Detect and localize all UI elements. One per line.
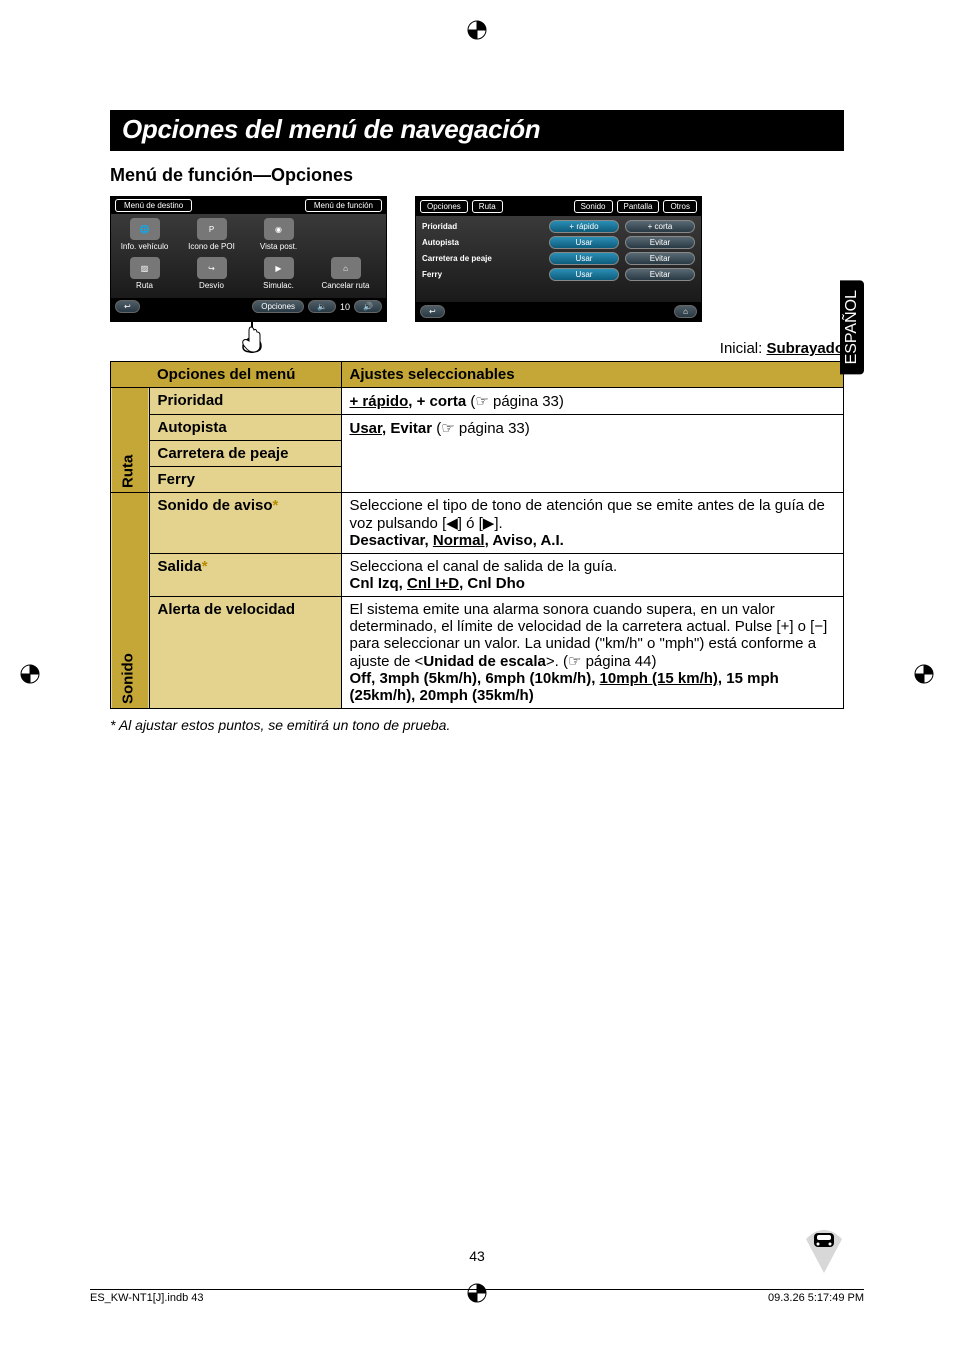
row-ferry: Ferry Usar Evitar xyxy=(422,268,695,281)
poi-icon: P xyxy=(197,218,227,240)
car-icon xyxy=(794,1227,854,1278)
opt-rapido[interactable]: + rápido xyxy=(549,220,619,233)
cell-alerta: Alerta de velocidad xyxy=(149,597,341,709)
back-button-fig2[interactable]: ↩ xyxy=(420,305,445,318)
label-desvio: Desvío xyxy=(199,281,224,290)
group-ruta: Ruta xyxy=(111,388,150,493)
registration-mark-top xyxy=(467,20,487,46)
cell-salida: Salida* xyxy=(149,554,341,597)
cell-prioridad: Prioridad xyxy=(149,388,341,415)
cell-sonido-aviso: Sonido de aviso* xyxy=(149,493,341,554)
item-cancelar-ruta[interactable]: ⌂ Cancelar ruta xyxy=(318,257,373,290)
row-autopista: Autopista Usar Evitar xyxy=(422,236,695,249)
tab-pantalla[interactable]: Pantalla xyxy=(617,200,660,213)
label-peaje: Carretera de peaje xyxy=(422,254,543,263)
language-tab: ESPAÑOL xyxy=(840,280,864,374)
label-autopista: Autopista xyxy=(422,238,543,247)
label-icono-poi: Icono de POI xyxy=(188,242,235,251)
back-button[interactable]: ↩ xyxy=(115,300,140,313)
tab-menu-destino[interactable]: Menú de destino xyxy=(115,199,192,212)
opt-usar-ferry[interactable]: Usar xyxy=(549,268,619,281)
volume-value: 10 xyxy=(340,302,350,312)
opt-evitar-ferry[interactable]: Evitar xyxy=(625,268,695,281)
label-ruta: Ruta xyxy=(136,281,153,290)
cell-prioridad-val: + rápido, + corta (☞ página 33) xyxy=(341,388,844,415)
cell-alerta-val: El sistema emite una alarma sonora cuand… xyxy=(341,597,844,709)
cell-peaje: Carretera de peaje xyxy=(149,441,341,467)
figure-opciones-ruta: Opciones Ruta Sonido Pantalla Otros Prio… xyxy=(415,196,702,322)
opt-corta[interactable]: + corta xyxy=(625,220,695,233)
cell-salida-val: Selecciona el canal de salida de la guía… xyxy=(341,554,844,597)
tab-sonido[interactable]: Sonido xyxy=(574,200,613,213)
label-vista-post: Vista post. xyxy=(260,242,297,251)
opt-evitar-peaje[interactable]: Evitar xyxy=(625,252,695,265)
header-option: Opciones del menú xyxy=(149,362,341,388)
cell-autopista-val: Usar, Evitar (☞ página 33) xyxy=(341,415,844,493)
item-vista-post[interactable]: ◉ Vista post. xyxy=(251,218,306,251)
home-button-fig2[interactable]: ⌂ xyxy=(674,305,697,318)
cancel-icon: ⌂ xyxy=(331,257,361,279)
volume-down-button[interactable]: 🔈 xyxy=(308,300,336,313)
opt-evitar-auto[interactable]: Evitar xyxy=(625,236,695,249)
cell-ferry: Ferry xyxy=(149,467,341,493)
row-peaje: Carretera de peaje Usar Evitar xyxy=(422,252,695,265)
tab-ruta[interactable]: Ruta xyxy=(472,200,503,213)
label-prioridad: Prioridad xyxy=(422,222,543,231)
section-heading: Menú de función—Opciones xyxy=(110,165,844,186)
cell-autopista: Autopista xyxy=(149,415,341,441)
registration-mark-right xyxy=(914,664,934,690)
item-ruta[interactable]: ▨ Ruta xyxy=(117,257,172,290)
globe-icon: 🌐 xyxy=(130,218,160,240)
cell-sonido-aviso-val: Seleccione el tipo de tono de atención q… xyxy=(341,493,844,554)
footer-left: ES_KW-NT1[J].indb 43 xyxy=(90,1292,204,1304)
registration-mark-bottom xyxy=(467,1283,487,1309)
figure-menu-funcion: Menú de destino Menú de función 🌐 Info. … xyxy=(110,196,387,322)
row-prioridad: Prioridad + rápido + corta xyxy=(422,220,695,233)
tab-otros[interactable]: Otros xyxy=(663,200,697,213)
item-info-vehiculo[interactable]: 🌐 Info. vehículo xyxy=(117,218,172,251)
hand-pointer-icon xyxy=(229,307,275,353)
options-table: Opciones del menú Ajustes seleccionables… xyxy=(110,361,844,709)
camera-icon: ◉ xyxy=(264,218,294,240)
volume-up-button[interactable]: 🔊 xyxy=(354,300,382,313)
detour-icon: ↪ xyxy=(197,257,227,279)
label-simulac: Simulac. xyxy=(263,281,294,290)
item-simulac[interactable]: ▶ Simulac. xyxy=(251,257,306,290)
item-icono-poi[interactable]: P Icono de POI xyxy=(184,218,239,251)
page-number: 43 xyxy=(469,1248,485,1264)
footnote: * Al ajustar estos puntos, se emitirá un… xyxy=(110,717,844,733)
opt-usar-peaje[interactable]: Usar xyxy=(549,252,619,265)
play-icon: ▶ xyxy=(264,257,294,279)
label-ferry: Ferry xyxy=(422,270,543,279)
group-sonido: Sonido xyxy=(111,493,150,709)
tab-opciones[interactable]: Opciones xyxy=(420,200,468,213)
opt-usar-auto[interactable]: Usar xyxy=(549,236,619,249)
page-title: Opciones del menú de navegación xyxy=(110,110,844,151)
tab-menu-funcion[interactable]: Menú de función xyxy=(305,199,382,212)
registration-mark-left xyxy=(20,664,40,690)
footer-right: 09.3.26 5:17:49 PM xyxy=(768,1292,864,1304)
item-desvio[interactable]: ↪ Desvío xyxy=(184,257,239,290)
initial-label: Inicial: Subrayado xyxy=(110,340,844,357)
route-icon: ▨ xyxy=(130,257,160,279)
header-settings: Ajustes seleccionables xyxy=(341,362,844,388)
label-cancelar-ruta: Cancelar ruta xyxy=(321,281,369,290)
label-info-vehiculo: Info. vehículo xyxy=(121,242,169,251)
